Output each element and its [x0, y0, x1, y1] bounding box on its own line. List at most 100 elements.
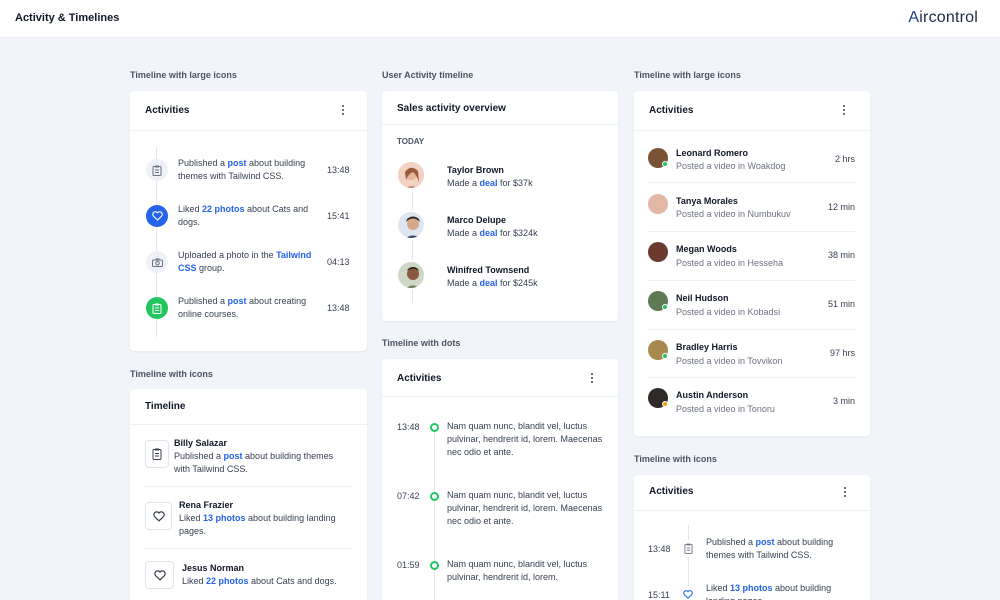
- activity-time: 01:59: [397, 560, 420, 570]
- status-dot: [662, 161, 668, 167]
- activity-link[interactable]: post: [228, 158, 247, 168]
- timeline-dot: [430, 423, 439, 432]
- user-activity: Posted a video in Numbukuv: [676, 209, 791, 219]
- card-header: Activities: [130, 91, 367, 131]
- divider: [145, 486, 352, 487]
- activity-text: Nam quam nunc, blandit vel, luctus pulvi…: [447, 490, 603, 526]
- user-name[interactable]: Austin Anderson: [676, 390, 748, 400]
- activity-text: Published a post about building themes w…: [178, 158, 306, 181]
- avatar[interactable]: [648, 242, 668, 262]
- more-options-icon[interactable]: [339, 103, 347, 119]
- activity-time: 38 min: [827, 250, 855, 260]
- deal-text: Made a deal for $324k: [447, 228, 538, 238]
- card-header: Activities: [382, 359, 618, 397]
- status-dot: [662, 401, 668, 407]
- user-name[interactable]: Jesus Norman: [182, 563, 244, 573]
- more-options-icon[interactable]: [840, 103, 848, 119]
- divider: [648, 377, 855, 378]
- avatar[interactable]: [396, 260, 426, 290]
- clipboard-icon: [146, 297, 168, 319]
- avatar[interactable]: [396, 210, 426, 240]
- activity-time: 13:48: [397, 422, 420, 432]
- user-name[interactable]: Bradley Harris: [676, 342, 738, 352]
- activity-time: 97 hrs: [829, 348, 855, 358]
- deal-link[interactable]: deal: [480, 228, 498, 238]
- activity-time: 15:41: [327, 211, 350, 221]
- activity-link[interactable]: post: [224, 451, 243, 461]
- card-title: Timeline: [145, 401, 186, 412]
- card-header: Timeline: [130, 389, 367, 425]
- activity-link[interactable]: post: [756, 537, 775, 547]
- card-header: Activities: [634, 91, 870, 131]
- heart-icon: [146, 205, 168, 227]
- user-activity: Posted a video in Tonoru: [676, 404, 775, 414]
- camera-icon: [146, 251, 168, 273]
- activity-time: 13:48: [327, 303, 350, 313]
- avatar[interactable]: [396, 160, 426, 190]
- activity-text: Liked 22 photos about Cats and dogs.: [182, 576, 337, 586]
- activity-link[interactable]: 13 photos: [730, 583, 773, 593]
- clipboard-icon: [145, 440, 169, 468]
- activities-card-dots: Activities 13:48 Nam quam nunc, blandit …: [382, 359, 618, 600]
- activities-card-icons: Activities 13:48 Published a post about …: [634, 475, 870, 600]
- user-name[interactable]: Tanya Morales: [676, 196, 738, 206]
- user-activity: Posted a video in Kobadsi: [676, 307, 781, 317]
- user-name[interactable]: Leonard Romero: [676, 148, 748, 158]
- activity-time: 51 min: [827, 299, 855, 309]
- avatar[interactable]: [648, 194, 668, 214]
- activity-link[interactable]: 22 photos: [206, 576, 249, 586]
- card-title: Activities: [145, 105, 190, 116]
- user-name[interactable]: Billy Salazar: [174, 438, 227, 448]
- more-options-icon[interactable]: [588, 371, 596, 387]
- activity-text: Liked 13 photos about building landing p…: [179, 513, 336, 536]
- user-name[interactable]: Rena Frazier: [179, 500, 233, 510]
- clipboard-icon: [146, 159, 168, 181]
- divider: [648, 329, 855, 330]
- divider: [145, 548, 352, 549]
- timeline-dot: [430, 561, 439, 570]
- card-header: Sales activity overview: [382, 91, 618, 125]
- card-title: Activities: [649, 486, 694, 497]
- activity-text: Published a post about building themes w…: [706, 537, 834, 560]
- user-activity: Posted a video in Woakdog: [676, 161, 786, 171]
- activity-time: 13:48: [648, 544, 671, 554]
- activity-text: Liked 13 photos about building landing p…: [706, 583, 832, 600]
- activities-card-large-icons: Activities Published a post about buildi…: [130, 91, 367, 351]
- user-name[interactable]: Neil Hudson: [676, 293, 729, 303]
- activity-link[interactable]: post: [228, 296, 247, 306]
- activity-time: 12 min: [827, 202, 855, 212]
- activities-card-users: Activities Leonard Romero Posted a video…: [634, 91, 870, 436]
- more-options-icon[interactable]: [841, 485, 849, 501]
- brand-logo[interactable]: Aircontrol: [908, 9, 978, 27]
- timeline-dot: [430, 492, 439, 501]
- section-label: User Activity timeline: [382, 70, 474, 80]
- page-title: Activity & Timelines: [15, 12, 120, 24]
- activity-text: Nam quam nunc, blandit vel, luctus pulvi…: [447, 421, 603, 457]
- status-dot: [662, 353, 668, 359]
- deal-link[interactable]: deal: [480, 178, 498, 188]
- activity-time: 13:48: [327, 165, 350, 175]
- activity-text: Nam quam nunc, blandit vel, luctus pulvi…: [447, 559, 588, 582]
- activity-time: 3 min: [832, 396, 855, 406]
- activity-text: Liked 22 photos about Cats and dogs.: [178, 204, 309, 227]
- heart-icon: [145, 561, 174, 589]
- section-label: Timeline with icons: [130, 369, 213, 379]
- divider: [648, 280, 855, 281]
- activity-text: Published a post about building themes w…: [174, 451, 334, 474]
- activity-link[interactable]: 22 photos: [202, 204, 245, 214]
- status-dot: [662, 304, 668, 310]
- user-name[interactable]: Megan Woods: [676, 244, 737, 254]
- user-name[interactable]: Taylor Brown: [447, 165, 504, 175]
- clipboard-icon: [680, 540, 696, 556]
- card-header: Activities: [634, 475, 870, 511]
- activity-link[interactable]: 13 photos: [203, 513, 246, 523]
- divider: [648, 231, 855, 232]
- activity-time: 2 hrs: [834, 154, 855, 164]
- user-name[interactable]: Winifred Townsend: [447, 265, 529, 275]
- section-label: Timeline with large icons: [634, 70, 741, 80]
- deal-link[interactable]: deal: [480, 278, 498, 288]
- activity-text: Published a post about creating online c…: [178, 296, 307, 319]
- activity-text: Uploaded a photo in the Tailwind CSS gro…: [178, 250, 312, 273]
- user-name[interactable]: Marco Delupe: [447, 215, 506, 225]
- card-title: Activities: [397, 373, 442, 384]
